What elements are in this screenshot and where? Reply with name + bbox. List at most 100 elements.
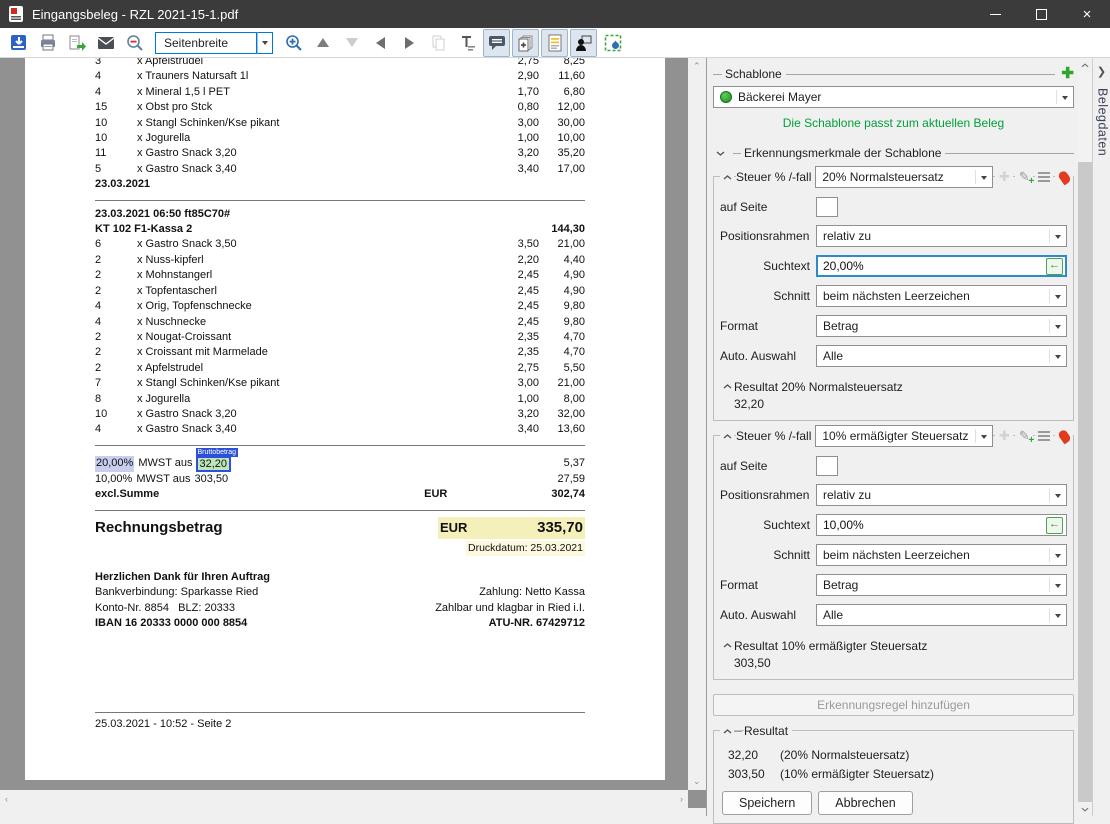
prev-page-button[interactable] [367, 29, 394, 57]
add-template-icon[interactable]: ✚ [1061, 67, 1074, 81]
tax-type-select[interactable]: 20% Normalsteuersatz [815, 166, 993, 188]
item-price: 2,75 [479, 361, 539, 376]
delete-icon[interactable] [1055, 427, 1073, 445]
scroll-up-icon[interactable]: ⌃ [693, 62, 701, 71]
zoom-mode-value[interactable]: Seitenbreite [155, 32, 257, 54]
cancel-button[interactable]: Abbrechen [818, 791, 912, 815]
menu-icon[interactable] [1035, 168, 1053, 186]
minimize-button[interactable] [972, 0, 1018, 28]
auto-auswahl-select[interactable]: Alle [816, 345, 1067, 367]
zoom-in-button[interactable] [280, 29, 307, 57]
add-rule-icon[interactable]: ✚ [995, 427, 1013, 445]
positionsrahmen-select[interactable]: relativ zu [816, 225, 1067, 247]
duplicate-page-button[interactable] [512, 29, 539, 57]
item-name: x Gastro Snack 3,50 [137, 237, 479, 252]
suchtext-input[interactable] [816, 514, 1067, 536]
save-button[interactable]: Speichern [722, 791, 812, 815]
chevron-down-icon[interactable] [713, 151, 727, 156]
item-qty: 3 [95, 58, 137, 69]
print-button[interactable] [34, 29, 61, 57]
document-horizontal-scrollbar[interactable]: ‹ › [0, 790, 688, 808]
open-file-button[interactable] [63, 29, 90, 57]
chevron-up-icon[interactable] [720, 434, 734, 439]
next-page-button[interactable] [396, 29, 423, 57]
tax-base-highlight[interactable]: Bruttobetrag 32,20 [196, 456, 232, 472]
insert-from-document-icon[interactable]: ← [1046, 258, 1063, 275]
grand-total-value: 335,70 [467, 520, 583, 535]
template-select[interactable]: Bäckerei Mayer [713, 86, 1074, 108]
panel-scrollbar[interactable] [1078, 58, 1092, 816]
tab-belegdaten[interactable]: Belegdaten [1094, 88, 1110, 156]
item-total: 9,80 [539, 299, 585, 314]
tax-pct: 10,00% [95, 472, 132, 487]
chevron-up-icon[interactable] [720, 384, 734, 389]
add-recognition-rule-button[interactable]: Erkennungsregel hinzufügen [713, 694, 1074, 716]
auf-seite-input[interactable] [816, 197, 838, 217]
chevron-up-icon[interactable] [720, 175, 734, 180]
iban-line: IBAN 16 20333 0000 000 8854 [95, 616, 247, 631]
tax-pct-highlight[interactable]: 20,00% [95, 456, 134, 472]
chevron-up-icon[interactable] [720, 643, 734, 648]
suchtext-input[interactable] [816, 255, 1067, 277]
scroll-down-icon[interactable]: ⌄ [693, 777, 701, 786]
ocr-scan-icon [604, 34, 622, 52]
copy-button[interactable] [425, 29, 452, 57]
arrow-up-icon [317, 38, 329, 47]
positionsrahmen-select[interactable]: relativ zu [816, 484, 1067, 506]
page-up-button[interactable] [309, 29, 336, 57]
merkmale-header[interactable]: Erkennungsmerkmale der Schablone [713, 144, 1074, 162]
receipt-item-row: 2 x Nuss-kipferl 2,20 4,40 [95, 253, 585, 268]
auf-seite-input[interactable] [816, 456, 838, 476]
ocr-scan-button[interactable] [599, 29, 626, 57]
scroll-left-icon[interactable]: ‹ [5, 795, 8, 804]
comment-button[interactable] [483, 29, 510, 57]
item-total: 8,00 [539, 392, 585, 407]
group-result-header[interactable]: Resultat 10% ermäßigter Steuersatz [720, 638, 1067, 653]
pdf-toolbar: Seitenbreite [0, 28, 1110, 58]
grand-total-highlight: EUR 335,70 [438, 517, 585, 539]
maximize-button[interactable] [1018, 0, 1064, 28]
schnitt-select[interactable]: beim nächsten Leerzeichen [816, 544, 1067, 566]
viewer-bottom-strip [0, 808, 706, 816]
scroll-right-icon[interactable]: › [680, 795, 683, 804]
zoom-out-button[interactable] [121, 29, 148, 57]
item-price: 2,90 [479, 69, 539, 84]
edit-icon[interactable]: ✎+ [1015, 427, 1033, 445]
page-down-button[interactable] [338, 29, 365, 57]
item-price: 2,75 [479, 58, 539, 69]
section-date: 23.03.2021 [95, 177, 585, 192]
format-select[interactable]: Betrag [816, 315, 1067, 337]
schnitt-select[interactable]: beim nächsten Leerzeichen [816, 285, 1067, 307]
scroll-down-icon[interactable] [1078, 802, 1092, 816]
auto-auswahl-select[interactable]: Alle [816, 604, 1067, 626]
receipt-item-row: 10 x Jogurella 1,00 10,00 [95, 131, 585, 146]
divider [95, 445, 585, 446]
edit-icon[interactable]: ✎+ [1015, 168, 1033, 186]
recognition-groups: Steuer % /-fall 20% Normalsteuersatz ✚ ✎… [713, 176, 1074, 680]
import-button[interactable] [5, 29, 32, 57]
stamp-person-button[interactable] [570, 29, 597, 57]
receipt-content: 3 x Apfelstrudel 2,75 8,25 4 x Trauners … [95, 58, 585, 632]
group-result-header[interactable]: Resultat 20% Normalsteuersatz [720, 379, 1067, 394]
menu-icon[interactable] [1035, 427, 1053, 445]
tax-type-select[interactable]: 10% ermäßigter Steuersatz [815, 425, 993, 447]
item-name: x Jogurella [137, 131, 479, 146]
insert-from-document-icon[interactable]: ← [1046, 517, 1063, 534]
document-vertical-scrollbar[interactable]: ⌃ ⌄ [688, 58, 706, 790]
zoom-mode-select[interactable]: Seitenbreite [155, 32, 273, 54]
text-select-button[interactable] [454, 29, 481, 57]
add-rule-icon[interactable]: ✚ [995, 168, 1013, 186]
close-button[interactable]: × [1064, 0, 1110, 28]
scroll-up-icon[interactable] [1078, 58, 1092, 72]
zoom-mode-dropdown-button[interactable] [257, 32, 273, 54]
expand-panel-icon[interactable]: ❯ [1093, 62, 1110, 80]
email-button[interactable] [92, 29, 119, 57]
merkmale-title: Erkennungsmerkmale der Schablone [744, 146, 941, 160]
scrollbar-thumb[interactable] [1078, 72, 1092, 162]
highlight-document-button[interactable] [541, 29, 568, 57]
format-select[interactable]: Betrag [816, 574, 1067, 596]
divider [945, 153, 1074, 154]
chevron-up-icon[interactable] [720, 729, 734, 734]
item-qty: 2 [95, 345, 137, 360]
delete-icon[interactable] [1055, 168, 1073, 186]
